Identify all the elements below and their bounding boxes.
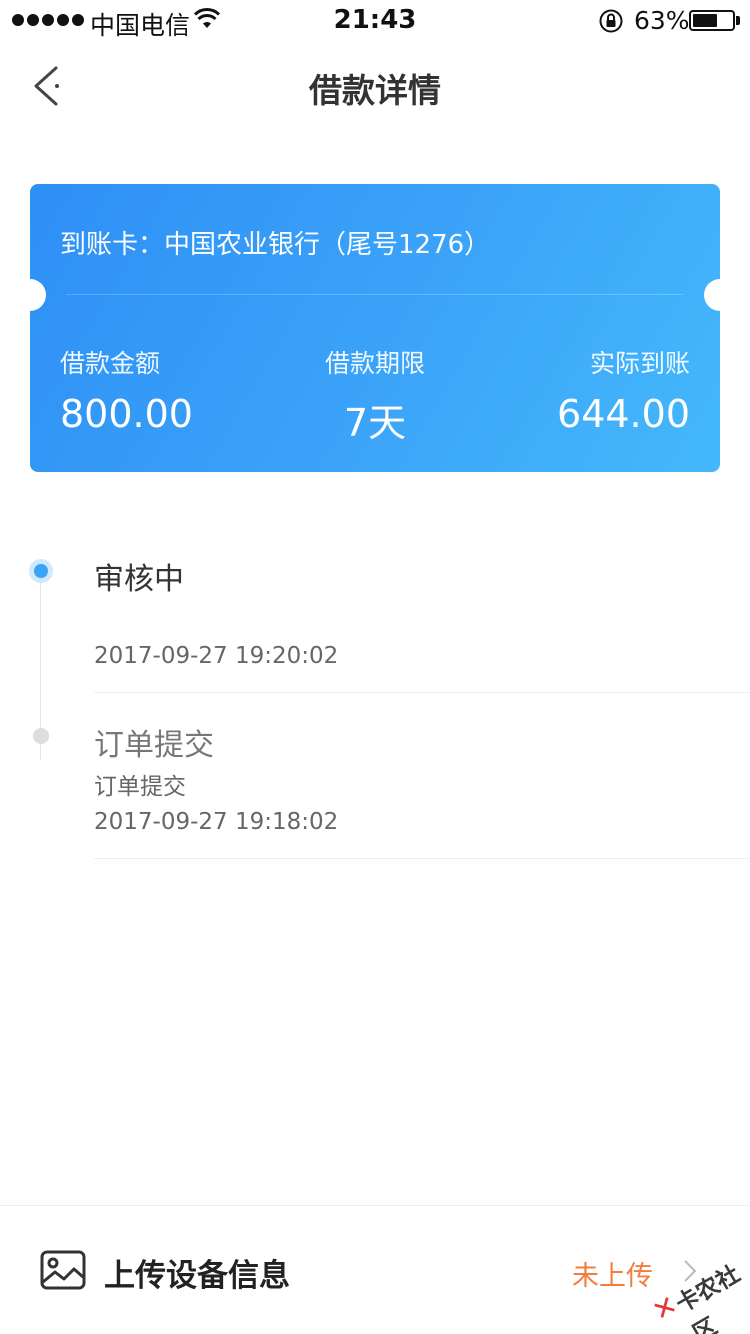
receiving-card-info: 到账卡：中国农业银行（尾号1276） [60,230,491,260]
battery-percentage: 63% [634,6,690,35]
timeline-item-title: 审核中 [94,562,184,597]
upload-device-info-label: 上传设备信息 [104,1258,290,1294]
actual-received-label: 实际到账 [589,349,690,378]
battery-tip [736,16,740,25]
timeline-dot [33,728,49,744]
card-notch-right [704,279,720,311]
watermark-text: 卡农社区 [671,1261,745,1334]
timeline-divider [94,692,750,693]
battery-fill [693,14,717,27]
timeline-divider [94,858,750,859]
battery-icon [689,10,735,31]
timeline-item-title: 订单提交 [94,728,214,763]
page-title: 借款详情 [309,71,441,110]
rotation-lock-icon [599,9,623,33]
loan-summary-card: 到账卡：中国农业银行（尾号1276） 借款金额 800.00 借款期限 7天 实… [30,184,720,472]
timeline-item-subtitle: 订单提交 [94,774,186,800]
upload-device-info-row[interactable]: 上传设备信息 未上传 [0,1206,750,1334]
actual-received-stat: 实际到账 644.00 [557,344,690,436]
card-notch-left [30,279,46,311]
card-divider [66,294,684,295]
timeline-item-time: 2017-09-27 19:20:02 [94,643,339,669]
actual-received-value: 644.00 [557,392,690,436]
status-bar: 中国电信 21:43 63% [0,0,750,40]
image-icon [40,1250,86,1290]
timeline-item-time: 2017-09-27 19:18:02 [94,809,339,835]
timeline-dot-active [29,559,53,583]
